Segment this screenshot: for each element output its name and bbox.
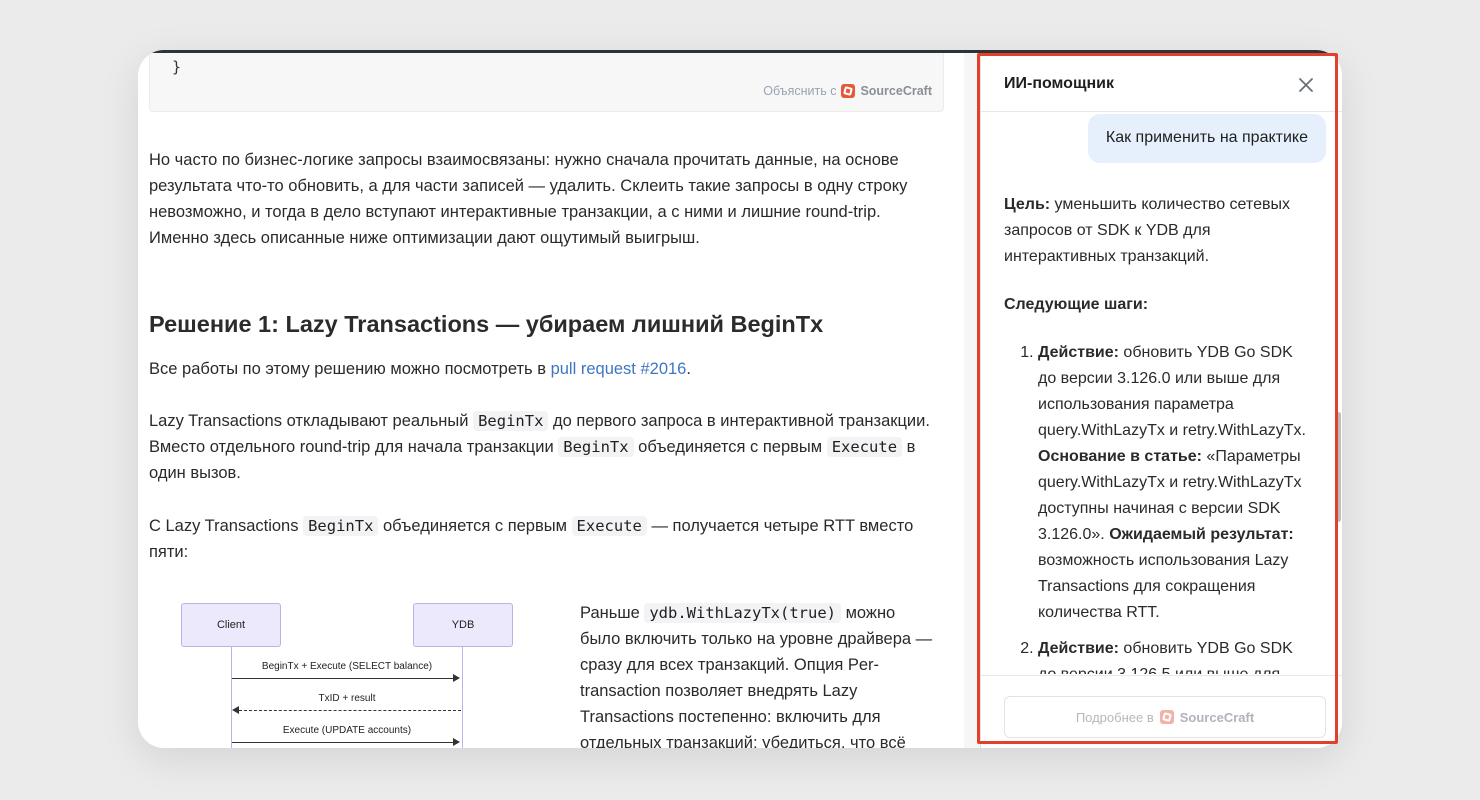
text-fragment: Раньше (580, 604, 645, 622)
sourcecraft-logo-icon (1159, 710, 1174, 724)
explain-brand: SourceCraft (860, 84, 932, 98)
more-label: Подробнее в (1075, 709, 1154, 725)
user-message-bubble: Как применить на практике (1087, 114, 1326, 163)
inline-code: BeginTx (303, 516, 379, 536)
diagram-message: Execute (UPDATE accounts) (282, 725, 412, 736)
assistant-footer: Подробнее в SourceCraft (981, 675, 1342, 748)
diagram-ydb-node: YDB (413, 603, 513, 647)
inline-code: BeginTx (558, 437, 634, 457)
code-block: } Объяснить с SourceCraft (149, 53, 944, 112)
close-icon[interactable] (1297, 76, 1315, 94)
pr-text: Все работы по этому решению можно посмот… (149, 360, 551, 378)
text-fragment: объединяется с первым (633, 438, 827, 456)
basis-label: Основание в статье: (1038, 448, 1202, 465)
more-brand: SourceCraft (1179, 709, 1255, 725)
paragraph-pr-reference: Все работы по этому решению можно посмот… (149, 356, 939, 382)
pull-request-link[interactable]: pull request #2016 (551, 360, 687, 378)
steps-list: Действие: обновить YDB Go SDK до версии … (1004, 340, 1314, 674)
text-fragment: С Lazy Transactions (149, 517, 304, 535)
next-steps-heading: Следующие шаги: (1004, 292, 1314, 318)
assistant-answer: Цель: уменьшить количество сетевых запро… (1004, 192, 1314, 674)
text-fragment: объединяется с первым (378, 517, 572, 535)
arrow-head (453, 738, 460, 746)
explain-with-sourcecraft-link[interactable]: Объяснить с SourceCraft (763, 84, 932, 98)
ai-assistant-panel: ИИ-помощник Как применить на практике Це… (980, 53, 1342, 748)
goal-paragraph: Цель: уменьшить количество сетевых запро… (1004, 192, 1314, 270)
arrow-line (239, 710, 461, 711)
paragraph-rtt: С Lazy Transactions BeginTx объединяется… (149, 513, 939, 565)
result-text: возможность использования Lazy Transacti… (1038, 552, 1289, 621)
arrow-line (232, 742, 454, 743)
text-fragment: Lazy Transactions откладывают реальный (149, 412, 474, 430)
arrow-head (232, 706, 239, 714)
inline-code: BeginTx (473, 411, 549, 431)
goal-label: Цель: (1004, 196, 1051, 213)
action-label: Действие: (1038, 344, 1119, 361)
article-content: } Объяснить с SourceCraft Но часто по би… (138, 53, 964, 748)
inline-code: ydb.WithLazyTx(true) (644, 603, 841, 623)
pr-suffix: . (686, 360, 691, 378)
section-heading: Решение 1: Lazy Transactions — убираем л… (149, 311, 824, 337)
sourcecraft-logo-icon (841, 84, 856, 98)
action-label: Действие: (1038, 640, 1119, 657)
chat-scrollbar-thumb[interactable] (1336, 412, 1341, 522)
arrow-line (232, 678, 454, 679)
more-in-sourcecraft-button[interactable]: Подробнее в SourceCraft (1004, 696, 1326, 738)
paragraph-intro: Но часто по бизнес-логике запросы взаимо… (149, 151, 908, 247)
result-label: Ожидаемый результат: (1109, 526, 1294, 543)
diagram-message: BeginTx + Execute (SELECT balance) (261, 661, 433, 672)
chat-area[interactable]: Как применить на практике Цель: уменьшит… (981, 112, 1342, 674)
list-item: Действие: обновить YDB Go SDK до версии … (1038, 340, 1314, 626)
assistant-header: ИИ-помощник (981, 53, 1342, 112)
diagram-client-node: Client (181, 603, 281, 647)
code-text: } (172, 58, 182, 76)
diagram-message: TxID + result (318, 693, 376, 704)
assistant-title: ИИ-помощник (1004, 75, 1114, 92)
text-fragment: можно было включить только на уровне дра… (580, 604, 933, 748)
arrow-head (453, 674, 460, 682)
article-scrollbar[interactable] (964, 53, 980, 748)
browser-window: } Объяснить с SourceCraft Но часто по би… (138, 50, 1342, 748)
inline-code: Execute (826, 437, 903, 457)
explain-label: Объяснить с (763, 84, 837, 98)
sequence-diagram: Client YDB BeginTx + Execute (SELECT bal… (164, 603, 524, 748)
paragraph-lazy-transactions: Lazy Transactions откладывают реальный B… (149, 408, 939, 486)
next-steps-label: Следующие шаги: (1004, 296, 1149, 313)
list-item: Действие: обновить YDB Go SDK до версии … (1038, 636, 1314, 674)
paragraph-per-transaction: Раньше ydb.WithLazyTx(true) можно было в… (580, 600, 934, 748)
inline-code: Execute (571, 516, 647, 536)
